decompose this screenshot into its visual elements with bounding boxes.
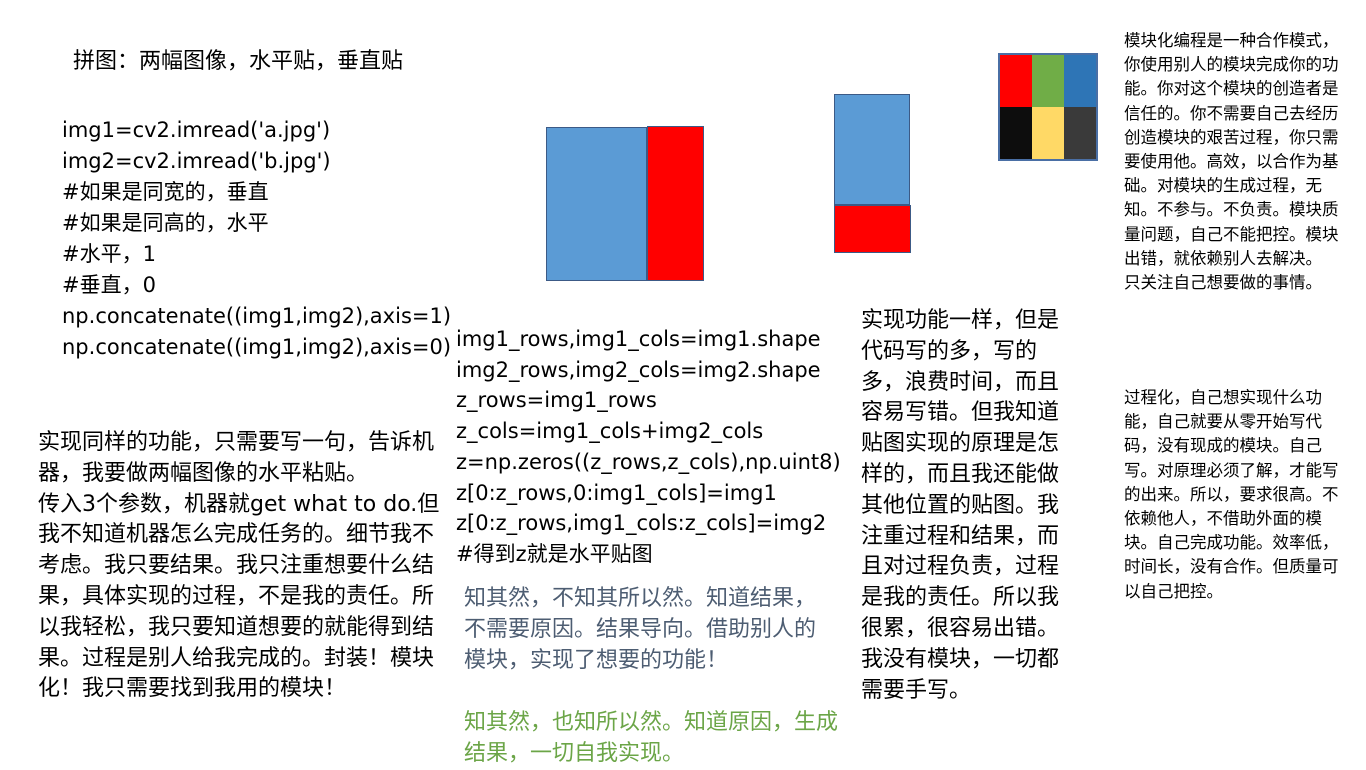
horizontal-paste-red-image [647, 126, 704, 281]
note-procedural-approach: 实现功能一样，但是代码写的多，写的多，浪费时间，而且容易写错。但我知道贴图实现的… [861, 308, 1060, 703]
code-line: z_cols=img1_cols+img2_cols [456, 419, 764, 444]
side-note-modular: 模块化编程是一种合作模式，你使用别人的模块完成你的功能。你对这个模块的创造者是信… [1124, 29, 1354, 295]
code-line: img2=cv2.imread('b.jpg') [62, 149, 331, 173]
code-line: img1=cv2.imread('a.jpg') [62, 118, 331, 142]
code-line: #水平，1 [62, 242, 156, 266]
page-title: 拼图：两幅图像，水平贴，垂直贴 [73, 49, 404, 74]
note-module-approach: 实现同样的功能，只需要写一句，告诉机器，我要做两幅图像的水平粘贴。 传入3个参数… [38, 428, 443, 705]
side-note-text: 模块化编程是一种合作模式，你使用别人的模块完成你的功能。你对这个模块的创造者是信… [1124, 31, 1339, 293]
code-line: img1_rows,img1_cols=img1.shape [456, 327, 821, 351]
grid-cell-dark-gray [1064, 107, 1096, 159]
note-know-why: 知其然，也知所以然。知道原因，生成结果，一切自我实现。 [464, 710, 839, 766]
color-grid-mosaic [998, 53, 1098, 161]
vertical-paste-blue-image [834, 94, 910, 205]
note-know-what: 知其然，不知其所以然。知道结果，不需要原因。结果导向。借助别人的模块，实现了想要… [464, 586, 817, 673]
code-block-manual-paste: img1_rows,img1_cols=img1.shape img2_rows… [456, 324, 846, 570]
vertical-paste-red-image [834, 205, 911, 253]
side-note-procedural: 过程化，自己想实现什么功能，自己就要从零开始写代码，没有现成的模块。自己写。对原… [1124, 388, 1339, 601]
code-line: z[0:z_rows,img1_cols:z_cols]=img2 [456, 511, 827, 536]
grid-cell-green [1032, 55, 1064, 107]
code-line: np.concatenate((img1,img2),axis=1) [62, 304, 452, 328]
code-line: z[0:z_rows,0:img1_cols]=img1 [456, 480, 777, 505]
code-line: np.concatenate((img1,img2),axis=0) [62, 335, 452, 359]
code-line: z=np.zeros((z_rows,z_cols),np.uint8) [456, 449, 841, 474]
grid-cell-yellow [1032, 107, 1064, 159]
code-line: #如果是同高的，水平 [62, 211, 269, 235]
code-line: #垂直，0 [62, 273, 156, 297]
note-text: 实现同样的功能，只需要写一句，告诉机器，我要做两幅图像的水平粘贴。 传入3个参数… [38, 430, 440, 702]
code-line: z_rows=img1_rows [456, 388, 657, 413]
code-block-concatenate: img1=cv2.imread('a.jpg') img2=cv2.imread… [62, 115, 452, 363]
horizontal-paste-blue-image [546, 127, 647, 281]
code-line: #如果是同宽的，垂直 [62, 180, 269, 204]
grid-cell-red [1000, 55, 1032, 107]
code-line: img2_rows,img2_cols=img2.shape [456, 357, 821, 382]
grid-cell-blue [1064, 55, 1096, 107]
grid-cell-black [1000, 107, 1032, 159]
code-line: #得到z就是水平贴图 [456, 541, 653, 566]
